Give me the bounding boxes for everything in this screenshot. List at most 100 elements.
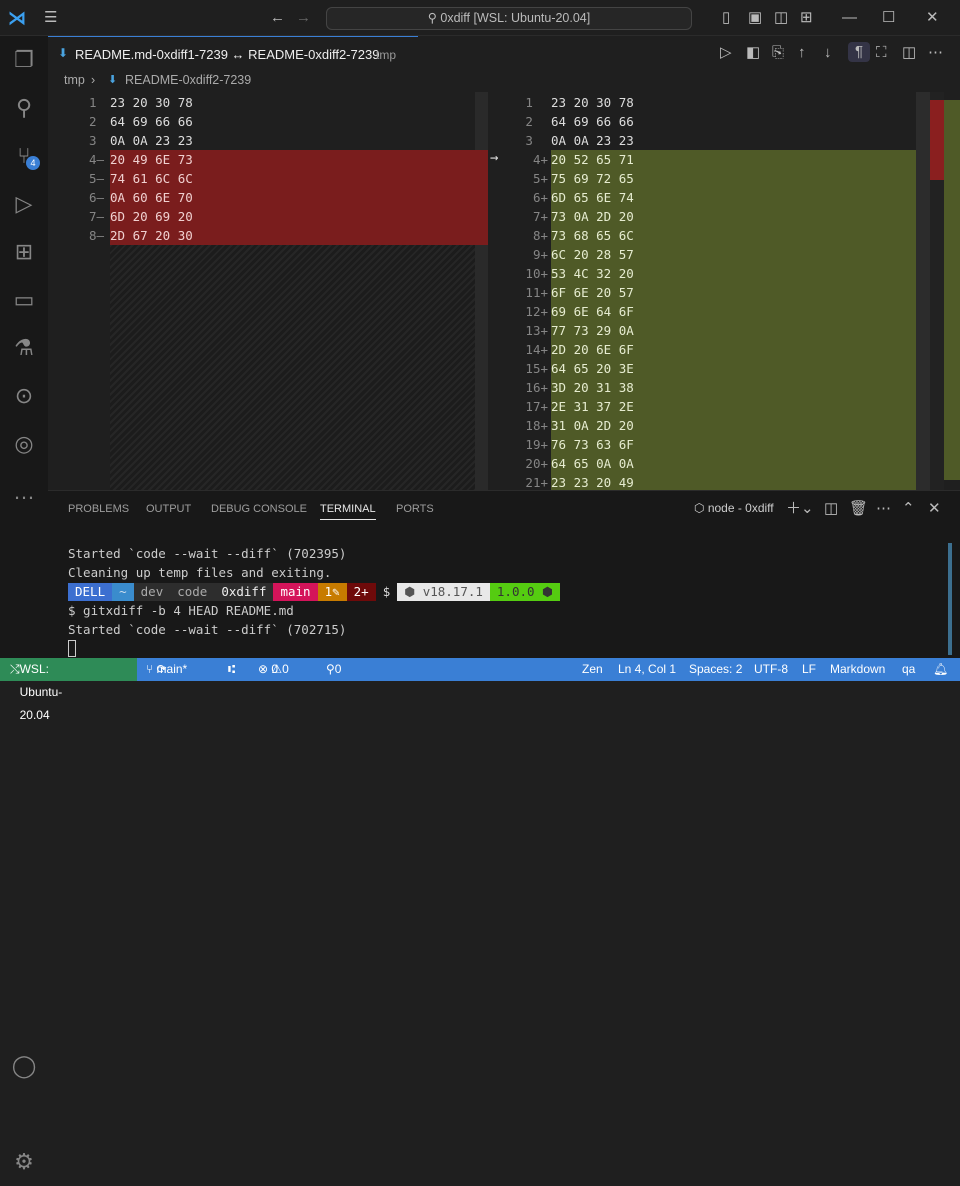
open-file-icon[interactable]: ◧ bbox=[746, 43, 760, 63]
cursor-position[interactable]: Ln 4, Col 1 bbox=[618, 658, 676, 681]
toggle-sidebar-icon[interactable]: ▯ bbox=[722, 8, 730, 28]
tab-output[interactable]: OUTPUT bbox=[146, 503, 191, 515]
notifications-icon[interactable]: 🔔︎ bbox=[933, 658, 948, 681]
split-terminal-icon[interactable]: ◫ bbox=[824, 499, 838, 519]
tab-ports[interactable]: PORTS bbox=[396, 503, 434, 515]
trash-icon[interactable]: 🗑 bbox=[849, 499, 868, 519]
menu-icon[interactable]: ☰ bbox=[44, 8, 57, 28]
gitlens-icon[interactable]: ◎ bbox=[0, 420, 48, 468]
previous-change-icon[interactable]: ↑ bbox=[798, 43, 806, 63]
tab-description: tmp bbox=[376, 48, 397, 62]
code-line: 69 6E 64 6F bbox=[551, 304, 634, 319]
line-number: 2 bbox=[525, 114, 548, 129]
run-icon[interactable]: ▷ bbox=[720, 43, 732, 63]
command-center-search[interactable]: ⚲ 0xdiff [WSL: Ubuntu-20.04] bbox=[326, 7, 692, 30]
remote-label[interactable]: ⤭ WSL: Ubuntu-20.04 bbox=[10, 658, 62, 722]
line-number: 7+ bbox=[532, 209, 548, 224]
zen-mode[interactable]: Zen bbox=[582, 658, 603, 681]
explorer-icon[interactable]: ❐ bbox=[0, 36, 48, 84]
source-control-icon[interactable]: ⑂ 4 bbox=[0, 132, 48, 180]
activity-bar: ❐ ⚲ ⑂ 4 ▷ ⊞ ▭ ⚗ ⊙ ◎ … ◯ ⚙ bbox=[0, 36, 48, 1174]
toggle-whitespace-icon[interactable]: ¶ bbox=[848, 42, 870, 62]
tab-problems[interactable]: PROBLEMS bbox=[68, 503, 129, 515]
map-icon[interactable]: ⛶ bbox=[876, 43, 887, 63]
line-number: 1 bbox=[525, 95, 548, 110]
line-number: 8+ bbox=[532, 228, 548, 243]
line-number: 3 bbox=[525, 133, 548, 148]
testing-icon[interactable]: ⚗ bbox=[0, 324, 48, 372]
git-graph-icon[interactable]: ⑆ bbox=[228, 658, 235, 681]
forward-arrow-icon[interactable]: → bbox=[296, 8, 311, 28]
ports-indicator[interactable]: ⚲ 0 bbox=[326, 658, 341, 681]
terminal-selector[interactable]: ⬡ node - 0xdiff bbox=[694, 501, 774, 515]
language-mode[interactable]: Markdown bbox=[830, 658, 885, 681]
code-line: 3D 20 31 38 bbox=[551, 380, 634, 395]
markdown-file-icon: ⬇ bbox=[108, 74, 118, 86]
split-editor-icon[interactable]: ◫ bbox=[902, 43, 916, 63]
line-number: 3 bbox=[88, 133, 104, 148]
toggle-panel-icon[interactable]: ▣ bbox=[748, 8, 762, 28]
line-number: 1 bbox=[88, 95, 104, 110]
prompt-node-version: ⬢ v18.17.1 bbox=[397, 583, 490, 601]
minimize-icon[interactable]: — bbox=[842, 8, 857, 28]
scrollbar[interactable] bbox=[916, 92, 930, 490]
breadcrumb-folder[interactable]: tmp bbox=[64, 73, 85, 87]
code-line: 0A 0A 23 23 bbox=[110, 133, 193, 148]
close-window-icon[interactable]: ✕ bbox=[926, 8, 939, 28]
remote-explorer-icon[interactable]: ▭ bbox=[0, 276, 48, 324]
tab-debug-console[interactable]: DEBUG CONSOLE bbox=[211, 503, 307, 515]
code-line: 6D 20 69 20 bbox=[110, 209, 193, 224]
diff-filler-hatch bbox=[110, 245, 488, 490]
accounts-icon[interactable]: ◯ bbox=[0, 1042, 48, 1090]
more-icon[interactable]: … bbox=[0, 468, 48, 516]
line-number: 4— bbox=[88, 152, 104, 167]
copy-icon[interactable]: ⎘ bbox=[772, 43, 784, 63]
tab-terminal[interactable]: TERMINAL bbox=[320, 503, 376, 520]
line-number: 13+ bbox=[525, 323, 548, 338]
branch-indicator[interactable]: ⑂ main* ⟳ bbox=[146, 658, 187, 681]
toggle-secondary-sidebar-icon[interactable]: ◫ bbox=[774, 8, 788, 28]
terminal-line: Started `code --wait --diff` (702715) bbox=[68, 622, 347, 637]
breadcrumb-file[interactable]: README-0xdiff2-7239 bbox=[125, 73, 251, 87]
terminal-scrollbar[interactable] bbox=[948, 543, 952, 655]
eol[interactable]: LF bbox=[802, 658, 816, 681]
tab-title: README.md-0xdiff1-7239 ↔ README-0xdiff2-… bbox=[75, 47, 380, 62]
close-panel-icon[interactable]: ✕ bbox=[928, 499, 941, 519]
back-arrow-icon[interactable]: ← bbox=[270, 8, 285, 28]
code-line: 2E 31 37 2E bbox=[551, 399, 634, 414]
code-line: 64 69 66 66 bbox=[110, 114, 193, 129]
line-number: 19+ bbox=[525, 437, 548, 452]
encoding[interactable]: UTF-8 bbox=[754, 658, 788, 681]
minimap[interactable] bbox=[944, 100, 960, 480]
next-change-icon[interactable]: ↓ bbox=[824, 43, 832, 63]
code-line: 75 69 72 65 bbox=[551, 171, 634, 186]
search-icon[interactable]: ⚲ bbox=[0, 84, 48, 132]
maximize-icon[interactable]: ☐ bbox=[882, 8, 895, 28]
more-icon[interactable]: ⋯ bbox=[876, 499, 891, 519]
line-number: 14+ bbox=[525, 342, 548, 357]
customize-layout-icon[interactable]: ⊞ bbox=[800, 8, 813, 28]
diff-original-pane[interactable]: 1 23 20 30 78 2 64 69 66 66 3 0A 0A 23 23 4… bbox=[48, 92, 488, 490]
git-graph-icon[interactable]: ⊙ bbox=[0, 372, 48, 420]
diff-modified-pane[interactable]: → 1 23 20 30 78 2 64 69 66 66 3 0A 0A 23 2… bbox=[488, 92, 960, 490]
run-debug-icon[interactable]: ▷ bbox=[0, 180, 48, 228]
line-number: 8— bbox=[88, 228, 104, 243]
line-number: 11+ bbox=[525, 285, 548, 300]
new-terminal-icon[interactable]: ＋⌄ bbox=[786, 499, 814, 519]
problems-indicator[interactable]: ⊗ 0 ⚠ 0 bbox=[258, 658, 289, 681]
line-number: 5— bbox=[88, 171, 104, 186]
extensions-icon[interactable]: ⊞ bbox=[0, 228, 48, 276]
more-actions-icon[interactable]: ⋯ bbox=[928, 43, 943, 63]
code-line: 73 68 65 6C bbox=[551, 228, 634, 243]
indentation[interactable]: Spaces: 2 bbox=[689, 658, 742, 681]
maximize-panel-icon[interactable]: ⌃ bbox=[902, 499, 915, 519]
settings-gear-icon[interactable]: ⚙ bbox=[0, 1138, 48, 1186]
profile[interactable]: qa bbox=[902, 658, 915, 681]
line-number: 20+ bbox=[525, 456, 548, 471]
chevron-right-icon: › bbox=[91, 73, 96, 87]
code-line: 77 73 29 0A bbox=[551, 323, 634, 338]
prompt-home: ~ bbox=[112, 583, 134, 601]
prompt-branch: main bbox=[273, 583, 318, 601]
tab-diff[interactable]: ⬇ README.md-0xdiff1-7239 ↔ README-0xdiff… bbox=[48, 36, 418, 70]
markdown-file-icon: ⬇ bbox=[58, 46, 69, 60]
